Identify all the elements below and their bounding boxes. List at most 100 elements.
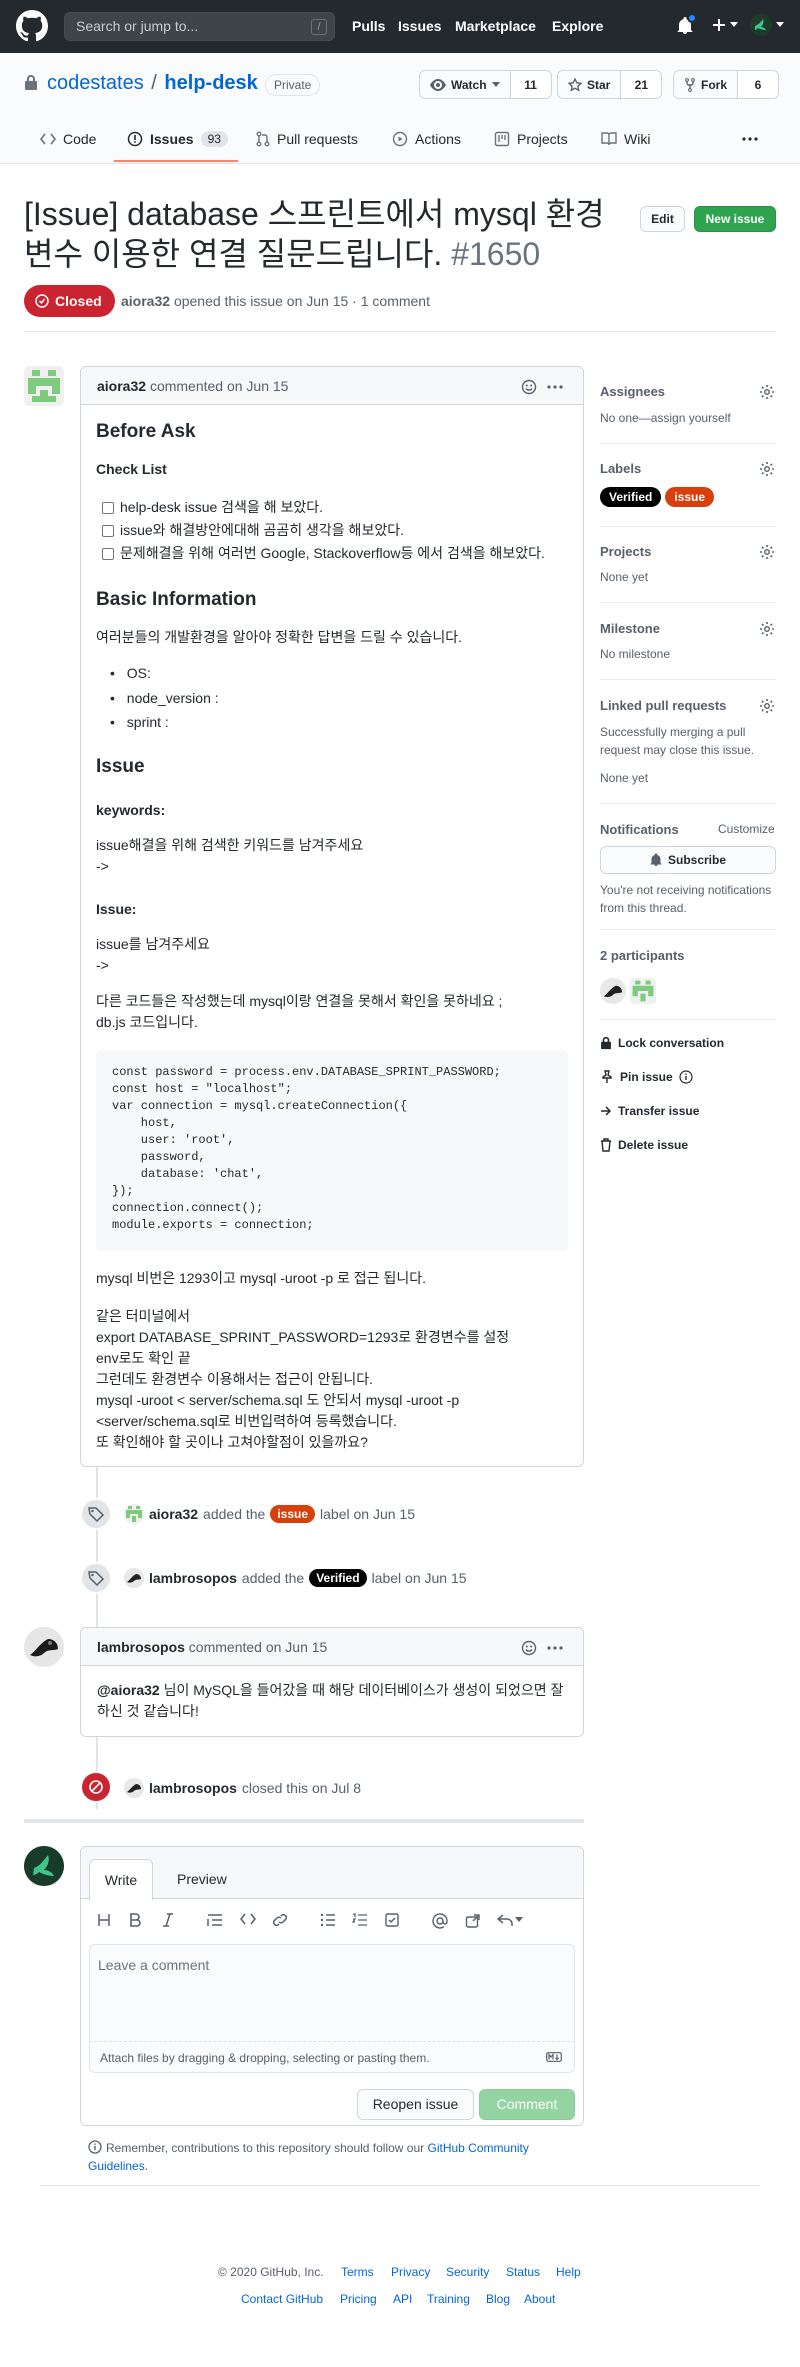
smiley-icon[interactable] <box>521 1640 537 1656</box>
sidebar-assignees-value[interactable]: No one—assign yourself <box>600 411 731 425</box>
final-line: export DATABASE_SPRINT_PASSWORD=1293로 환경… <box>96 1329 510 1345</box>
repo-separator: / <box>151 72 157 94</box>
label-event: lambrosopos added the Verified label on … <box>124 1568 467 1588</box>
participant-avatar[interactable] <box>630 978 656 1004</box>
heading-icon[interactable] <box>97 1913 111 1927</box>
attach-files-bar[interactable]: Attach files by dragging & dropping, sel… <box>89 2042 575 2073</box>
unordered-list-icon[interactable] <box>320 1913 336 1927</box>
issue-label[interactable]: issue <box>665 487 715 507</box>
bold-icon[interactable] <box>129 1913 141 1927</box>
tab-issues[interactable]: Issues 93 <box>127 131 228 147</box>
quote-icon[interactable] <box>207 1913 223 1927</box>
nav-pulls[interactable]: Pulls <box>352 18 385 34</box>
transfer-issue-link[interactable]: Transfer issue <box>600 1104 699 1118</box>
footer-link-about[interactable]: About <box>524 2292 555 2306</box>
tab-projects[interactable]: Projects <box>494 131 568 147</box>
comment-button[interactable]: Comment <box>479 2089 575 2120</box>
write-tab[interactable]: Write <box>89 1859 153 1900</box>
ordered-list-icon[interactable] <box>352 1913 368 1927</box>
footer-link-status[interactable]: Status <box>506 2265 540 2279</box>
tab-pull-requests[interactable]: Pull requests <box>256 131 358 147</box>
footer-link-api[interactable]: API <box>393 2292 412 2306</box>
italic-icon[interactable] <box>162 1913 174 1927</box>
gear-icon[interactable] <box>759 621 775 637</box>
checklist-checkbox[interactable] <box>102 548 114 560</box>
issue-author-link[interactable]: aiora32 <box>121 293 170 309</box>
gear-icon[interactable] <box>759 698 775 714</box>
footer-link-blog[interactable]: Blog <box>486 2292 510 2306</box>
event-author-link[interactable]: lambrosopos <box>149 1570 237 1586</box>
lambrosopos-small-avatar[interactable] <box>124 1568 144 1588</box>
task-list-icon[interactable] <box>385 1913 401 1927</box>
comment-textarea[interactable]: Leave a comment <box>89 1944 575 2042</box>
new-issue-button[interactable]: New issue <box>694 206 776 232</box>
nav-marketplace[interactable]: Marketplace <box>455 18 536 34</box>
fork-count[interactable]: 6 <box>738 71 778 98</box>
footer-link-security[interactable]: Security <box>446 2265 489 2279</box>
preview-tab[interactable]: Preview <box>177 1871 227 1887</box>
event-author-link[interactable]: aiora32 <box>149 1506 198 1522</box>
kebab-menu-icon[interactable] <box>547 1646 563 1650</box>
star-count[interactable]: 21 <box>621 71 661 98</box>
verified-label[interactable]: Verified <box>600 487 662 507</box>
search-input[interactable]: Search or jump to... / <box>64 12 335 41</box>
watch-count[interactable]: 11 <box>511 71 551 98</box>
link-icon[interactable] <box>272 1913 288 1927</box>
fork-icon <box>685 77 695 92</box>
nav-explore[interactable]: Explore <box>552 18 603 34</box>
verified-label[interactable]: Verified <box>309 1569 367 1587</box>
footer-link-help[interactable]: Help <box>556 2265 581 2279</box>
kebab-menu-icon[interactable] <box>547 385 563 389</box>
github-logo-icon[interactable] <box>16 10 48 42</box>
comment-author-link[interactable]: lambrosopos <box>97 1639 185 1655</box>
gear-icon[interactable] <box>759 384 775 400</box>
notifications-customize-link[interactable]: Customize <box>718 822 775 836</box>
footer-link-training[interactable]: Training <box>427 2292 470 2306</box>
delete-issue-link[interactable]: Delete issue <box>600 1138 688 1152</box>
current-user-avatar[interactable] <box>24 1846 64 1886</box>
repo-owner-link[interactable]: codestates <box>47 72 144 94</box>
edit-title-button[interactable]: Edit <box>640 206 685 232</box>
cross-reference-icon[interactable] <box>465 1913 481 1929</box>
commenter-avatar[interactable] <box>24 1627 64 1667</box>
pin-issue-link[interactable]: Pin issue <box>600 1070 693 1084</box>
gear-icon[interactable] <box>759 461 775 477</box>
nav-issues[interactable]: Issues <box>398 18 442 34</box>
smiley-icon[interactable] <box>521 379 537 395</box>
checklist-checkbox[interactable] <box>102 525 114 537</box>
lambrosopos-small-avatar[interactable] <box>124 1778 144 1798</box>
aiora32-small-avatar[interactable] <box>124 1504 144 1524</box>
tab-wiki[interactable]: Wiki <box>601 131 650 147</box>
footer-link-pricing[interactable]: Pricing <box>340 2292 377 2306</box>
gear-icon[interactable] <box>759 544 775 560</box>
create-new-dropdown[interactable] <box>711 17 738 33</box>
bell-icon[interactable] <box>677 13 697 35</box>
code-icon[interactable] <box>240 1913 256 1925</box>
fork-button[interactable]: Fork <box>674 71 739 98</box>
footer-link-contact[interactable]: Contact GitHub <box>241 2292 323 2306</box>
issue-label[interactable]: issue <box>270 1505 316 1523</box>
tab-code[interactable]: Code <box>40 131 96 147</box>
markdown-icon[interactable] <box>546 2052 562 2062</box>
watch-button[interactable]: Watch <box>420 71 511 98</box>
footer-link-terms[interactable]: Terms <box>341 2265 374 2279</box>
tab-actions[interactable]: Actions <box>392 131 461 147</box>
checklist-checkbox[interactable] <box>102 502 114 514</box>
reopen-issue-button[interactable]: Reopen issue <box>357 2089 474 2120</box>
more-tabs-icon[interactable] <box>742 137 758 141</box>
event-author-link[interactable]: lambrosopos <box>149 1780 237 1796</box>
saved-reply-icon[interactable] <box>497 1913 523 1927</box>
star-button[interactable]: Star <box>558 71 622 98</box>
author-avatar[interactable] <box>24 366 64 406</box>
participant-avatar[interactable] <box>600 978 626 1004</box>
mention-link[interactable]: @aiora32 <box>97 1682 160 1698</box>
lock-conversation-link[interactable]: Lock conversation <box>600 1036 724 1050</box>
subscribe-button[interactable]: Subscribe <box>600 846 776 874</box>
comment-author-link[interactable]: aiora32 <box>97 378 146 394</box>
keywords-arrow: -> <box>96 858 109 874</box>
repo-name-link[interactable]: help-desk <box>164 72 257 94</box>
footer-link-privacy[interactable]: Privacy <box>391 2265 430 2279</box>
mention-icon[interactable] <box>432 1913 448 1929</box>
final-line: mysql -uroot < server/schema.sql 도 안되서 m… <box>96 1392 460 1408</box>
user-menu[interactable] <box>750 14 784 36</box>
